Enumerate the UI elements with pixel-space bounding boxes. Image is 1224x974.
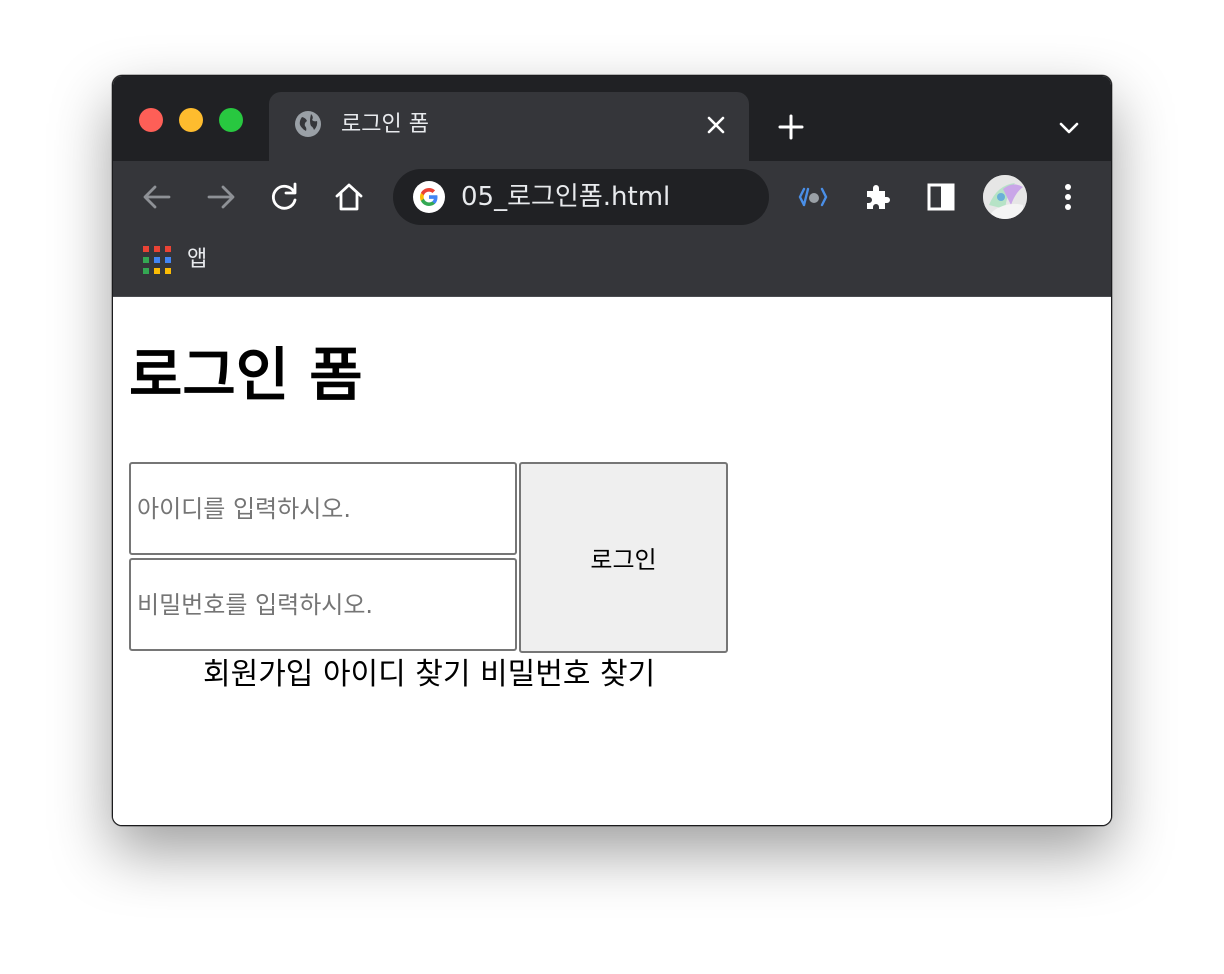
menu-dots-icon[interactable]: [1053, 179, 1083, 215]
page-content: 로그인 폼 로그인 회원가입 아이디 찾기 비밀번호 찾기: [113, 297, 1111, 825]
maximize-window-button[interactable]: [219, 108, 243, 132]
password-input[interactable]: [129, 558, 517, 651]
close-window-button[interactable]: [139, 108, 163, 132]
google-icon: [413, 181, 445, 213]
id-input[interactable]: [129, 462, 517, 555]
page-title: 로그인 폼: [129, 341, 363, 409]
profile-image: [983, 175, 1027, 219]
side-panel-icon[interactable]: [923, 179, 959, 215]
close-icon[interactable]: [703, 112, 729, 138]
find-password-link[interactable]: 비밀번호 찾기: [480, 657, 655, 692]
find-id-link[interactable]: 아이디 찾기: [323, 657, 471, 692]
title-bar: 로그인 폼: [113, 76, 1111, 161]
home-icon[interactable]: [331, 179, 367, 215]
devtools-extension-icon[interactable]: [795, 179, 831, 215]
profile-avatar[interactable]: [983, 175, 1027, 219]
apps-bookmark-label[interactable]: 앱: [187, 245, 207, 275]
browser-window: 로그인 폼 05_로그인폼.html 앱 로그인 폼 아이디를 입력하시오. 로…: [112, 75, 1112, 826]
bookmarks-bar: 앱: [113, 233, 1111, 297]
url-text: 05_로그인폼.html: [461, 182, 671, 212]
minimize-window-button[interactable]: [179, 108, 203, 132]
tab-title: 로그인 폼: [341, 112, 429, 137]
new-tab-icon[interactable]: [777, 113, 805, 141]
login-button[interactable]: 로그인: [519, 462, 728, 653]
tab-active[interactable]: 로그인 폼: [269, 92, 749, 161]
back-icon[interactable]: [139, 179, 175, 215]
globe-icon: [295, 111, 321, 137]
signup-link[interactable]: 회원가입: [203, 657, 313, 692]
account-links: 회원가입 아이디 찾기 비밀번호 찾기: [203, 655, 655, 695]
tab-search-icon[interactable]: [1057, 116, 1081, 140]
forward-icon[interactable]: [203, 179, 239, 215]
extensions-puzzle-icon[interactable]: [859, 179, 895, 215]
address-bar[interactable]: 05_로그인폼.html: [393, 169, 769, 225]
browser-toolbar: 05_로그인폼.html: [113, 161, 1111, 233]
apps-grid-icon[interactable]: [143, 246, 171, 274]
reload-icon[interactable]: [267, 179, 303, 215]
